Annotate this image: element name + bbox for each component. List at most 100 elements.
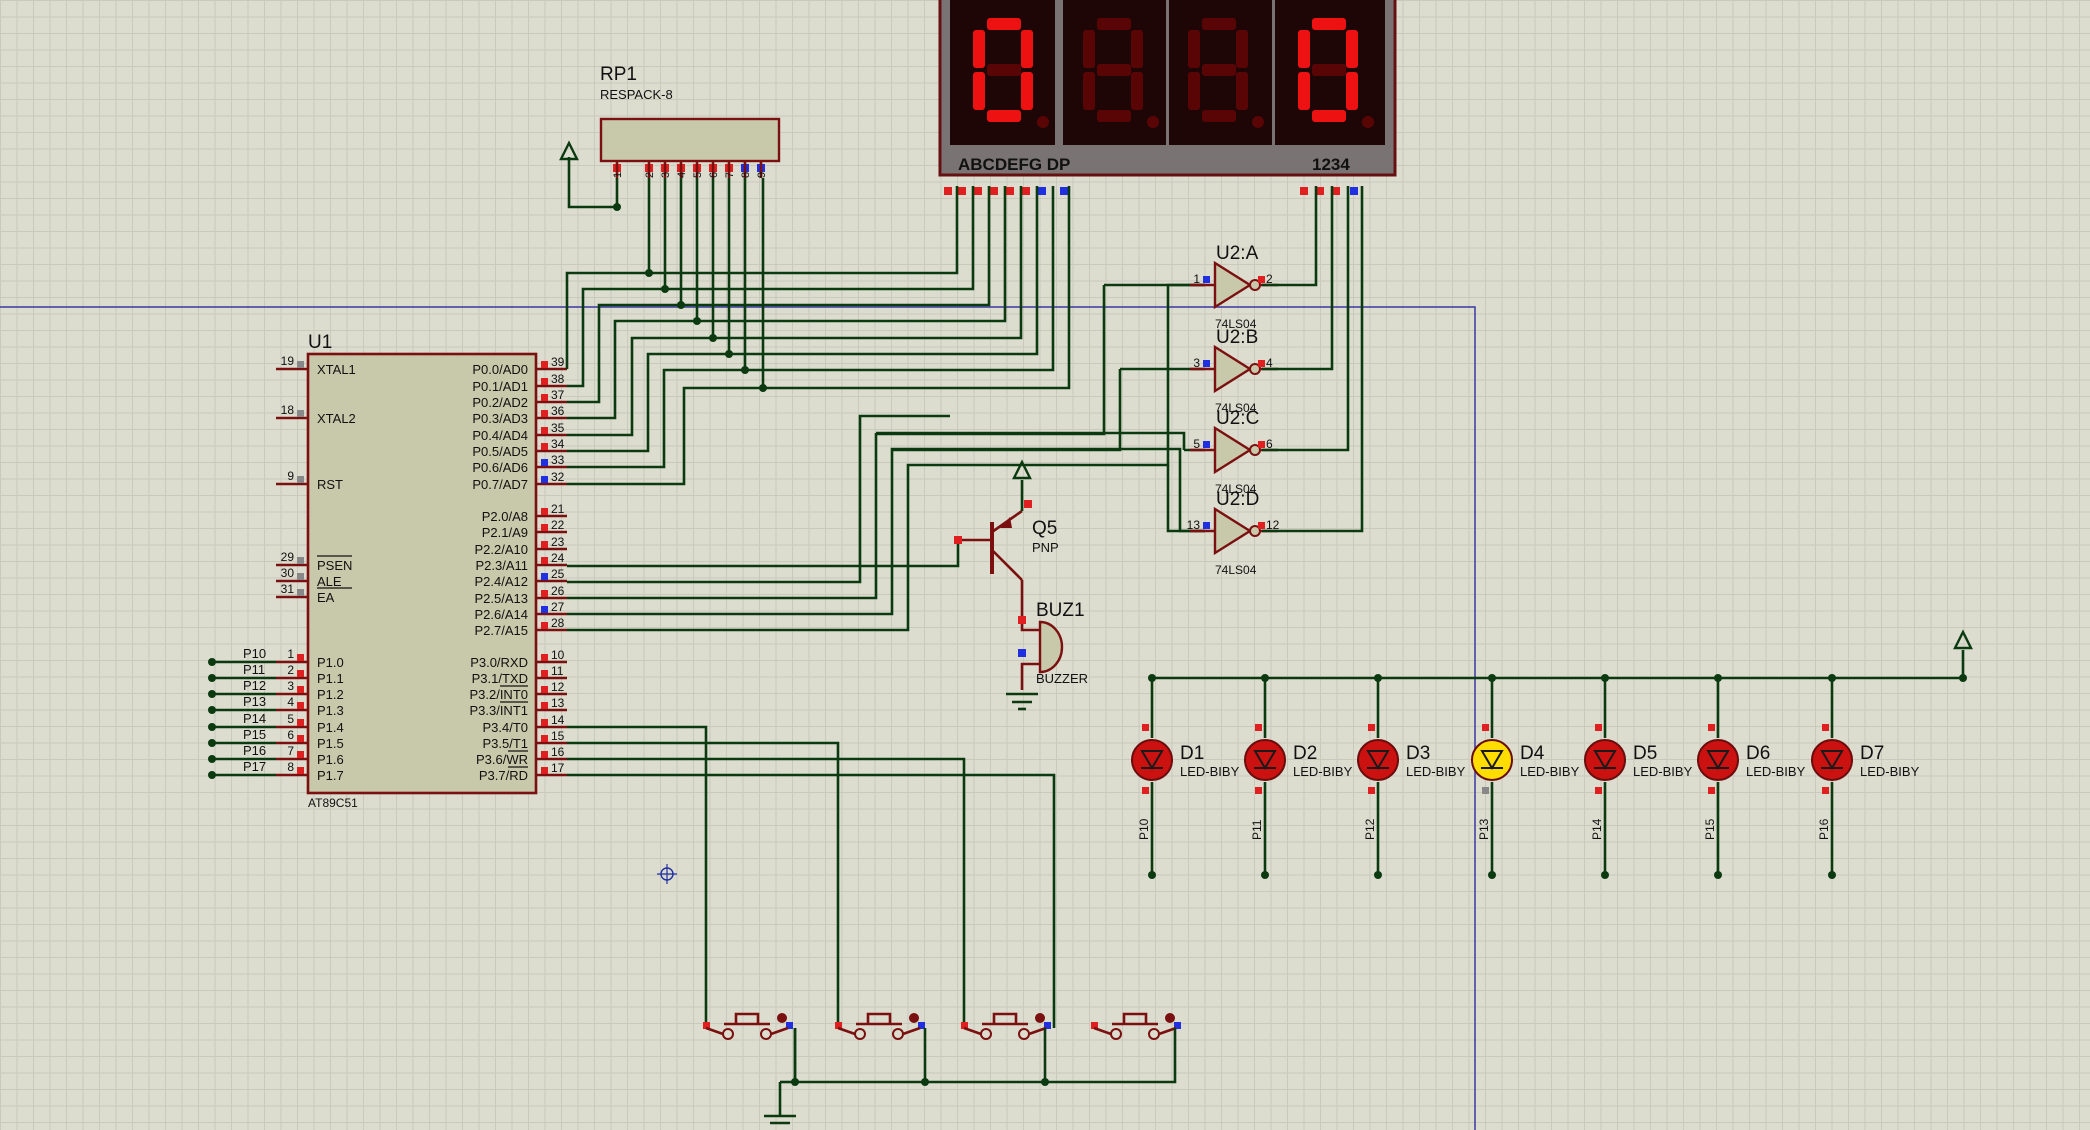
u1-pin-label: P1.3	[317, 703, 344, 718]
u1-pin-marker	[297, 767, 304, 774]
segment	[1202, 64, 1236, 76]
button-ground	[764, 1028, 1177, 1125]
q5-type: PNP	[1032, 540, 1059, 555]
button-lead	[902, 1026, 921, 1036]
rp1-pin-number: 3	[660, 172, 672, 178]
led-net-label: P12	[1363, 818, 1377, 840]
u1-pin-label: P1.6	[317, 752, 344, 767]
sheet-border	[0, 306, 1476, 1130]
segment	[1083, 30, 1095, 68]
u1-pin-marker	[297, 361, 304, 368]
seven-segment-display[interactable]: ABCDEFG DP 1234	[938, 0, 1397, 177]
u1-pin-label: P1.7	[317, 768, 344, 783]
u1-pin-label: P3.4/T0	[482, 720, 528, 735]
buz1-buzzer[interactable]: BUZ1 BUZZER	[1006, 580, 1088, 711]
inverter-body	[1213, 425, 1253, 475]
segment	[1131, 72, 1143, 110]
p1-net-label: P12	[243, 678, 266, 693]
u1-pin-label: P3.7/RD	[479, 768, 528, 783]
button-lead	[1093, 1026, 1112, 1036]
segment	[987, 110, 1021, 122]
q5-name: Q5	[1032, 518, 1057, 539]
junction	[1601, 674, 1609, 682]
u1-pin-label: P0.6/AD6	[472, 460, 528, 475]
inverter-body	[1213, 260, 1253, 310]
digit-label: 1234	[1312, 155, 1350, 174]
u1-pin-label: XTAL1	[317, 362, 356, 377]
inverter-4[interactable]: U2:D13 1274LS04	[1187, 489, 1280, 577]
button-contact	[1110, 1028, 1122, 1040]
led-d3[interactable]: D3LED-BIBY P12	[1357, 674, 1466, 879]
u1-pin-number: 16	[551, 745, 565, 759]
u1-pin-marker	[541, 443, 548, 450]
led-d1[interactable]: D1LED-BIBY P10	[1131, 674, 1240, 879]
u1-pin-marker	[297, 702, 304, 709]
p1-net-label: P10	[243, 646, 266, 661]
net-terminal	[1374, 871, 1382, 879]
p1-dot	[208, 706, 216, 714]
led-net-label: P11	[1250, 819, 1264, 840]
led-d2[interactable]: D2LED-BIBY P11	[1244, 674, 1353, 879]
u1-pin-number: 39	[551, 355, 565, 369]
u1-pin-label: P0.7/AD7	[472, 477, 528, 492]
rp1-pin-number: 2	[644, 172, 656, 178]
rp1-pins: 1 23456789	[612, 161, 768, 178]
inverter-1[interactable]: U2:A1 274LS04	[1190, 243, 1278, 331]
u1-pin-marker	[541, 573, 548, 580]
segment	[1346, 30, 1358, 68]
net-terminal	[1488, 871, 1496, 879]
inverter-in-num: 1	[1193, 272, 1200, 286]
push-button-4[interactable]	[1091, 1012, 1181, 1040]
schematic-svg[interactable]: ABCDEFG DP 1234 RP1 RESPACK-8 123456789 …	[0, 0, 2090, 1130]
button-lead	[1158, 1026, 1177, 1036]
u1-pin-number: 26	[551, 584, 565, 598]
push-button-1[interactable]	[703, 1012, 793, 1040]
inverter-2[interactable]: U2:B3 474LS04	[1190, 327, 1278, 415]
p1-net-label: P15	[243, 727, 266, 742]
u1-at89c51[interactable]: U1 AT89C51 19XTAL118XTAL29RST29PSEN30ALE…	[208, 332, 567, 810]
push-button-3[interactable]	[961, 1012, 1051, 1040]
u1-pin-number: 23	[551, 535, 565, 549]
u1-pin-number: 14	[551, 713, 565, 727]
u1-pin-marker	[297, 719, 304, 726]
inverter-pin-marker	[1258, 360, 1265, 367]
q5-transistor[interactable]: Q5 PNP	[954, 459, 1059, 581]
p1-dot	[208, 674, 216, 682]
u1-pin-number: 28	[551, 616, 565, 630]
cursor-marker-icon	[657, 864, 677, 884]
u1-pin-marker	[541, 361, 548, 368]
u1-pin-number: 32	[551, 470, 565, 484]
p0-wires	[565, 178, 1071, 486]
segment-dp	[1037, 116, 1049, 128]
p1-dot	[208, 658, 216, 666]
rp1-body	[599, 117, 781, 163]
led-type: LED-BIBY	[1860, 764, 1920, 779]
p1-net-label: P11	[243, 662, 265, 677]
u1-pin-number: 5	[287, 712, 294, 726]
led-d4[interactable]: D4LED-BIBY P13	[1471, 674, 1580, 879]
u1-pin-label: ALE	[317, 574, 342, 589]
button-array[interactable]	[703, 1012, 1181, 1082]
u1-pin-label: P1.5	[317, 736, 344, 751]
button-contact	[892, 1028, 904, 1040]
u1-pin-number: 7	[287, 744, 294, 758]
led-d7[interactable]: D7LED-BIBY P16	[1811, 674, 1920, 879]
inverter-body	[1213, 506, 1253, 556]
led-d5[interactable]: D5LED-BIBY P14	[1584, 674, 1693, 879]
rp1-type: RESPACK-8	[600, 87, 673, 102]
led-type: LED-BIBY	[1180, 764, 1240, 779]
segment	[973, 30, 985, 68]
inverter-3[interactable]: U2:C5 674LS04	[1190, 408, 1278, 496]
u1-pin-number: 36	[551, 404, 565, 418]
u1-pin-label: P0.0/AD0	[472, 362, 528, 377]
led-d6[interactable]: D6LED-BIBY P15	[1697, 674, 1806, 879]
segment	[987, 64, 1021, 76]
push-button-2[interactable]	[835, 1012, 925, 1040]
rp1-respack[interactable]: RP1 RESPACK-8 1 23456789	[599, 64, 781, 178]
u1-pin-number: 18	[281, 403, 295, 417]
schematic-canvas[interactable]: ABCDEFG DP 1234 RP1 RESPACK-8 123456789 …	[0, 0, 2090, 1130]
rp1-pin-number: 4	[676, 172, 688, 178]
led-array[interactable]: D1LED-BIBYP10D2LED-BIBYP11D3LED-BIBYP12D…	[1131, 674, 1920, 879]
inverter-in-num: 5	[1193, 437, 1200, 451]
led-net-label: P15	[1703, 818, 1717, 840]
